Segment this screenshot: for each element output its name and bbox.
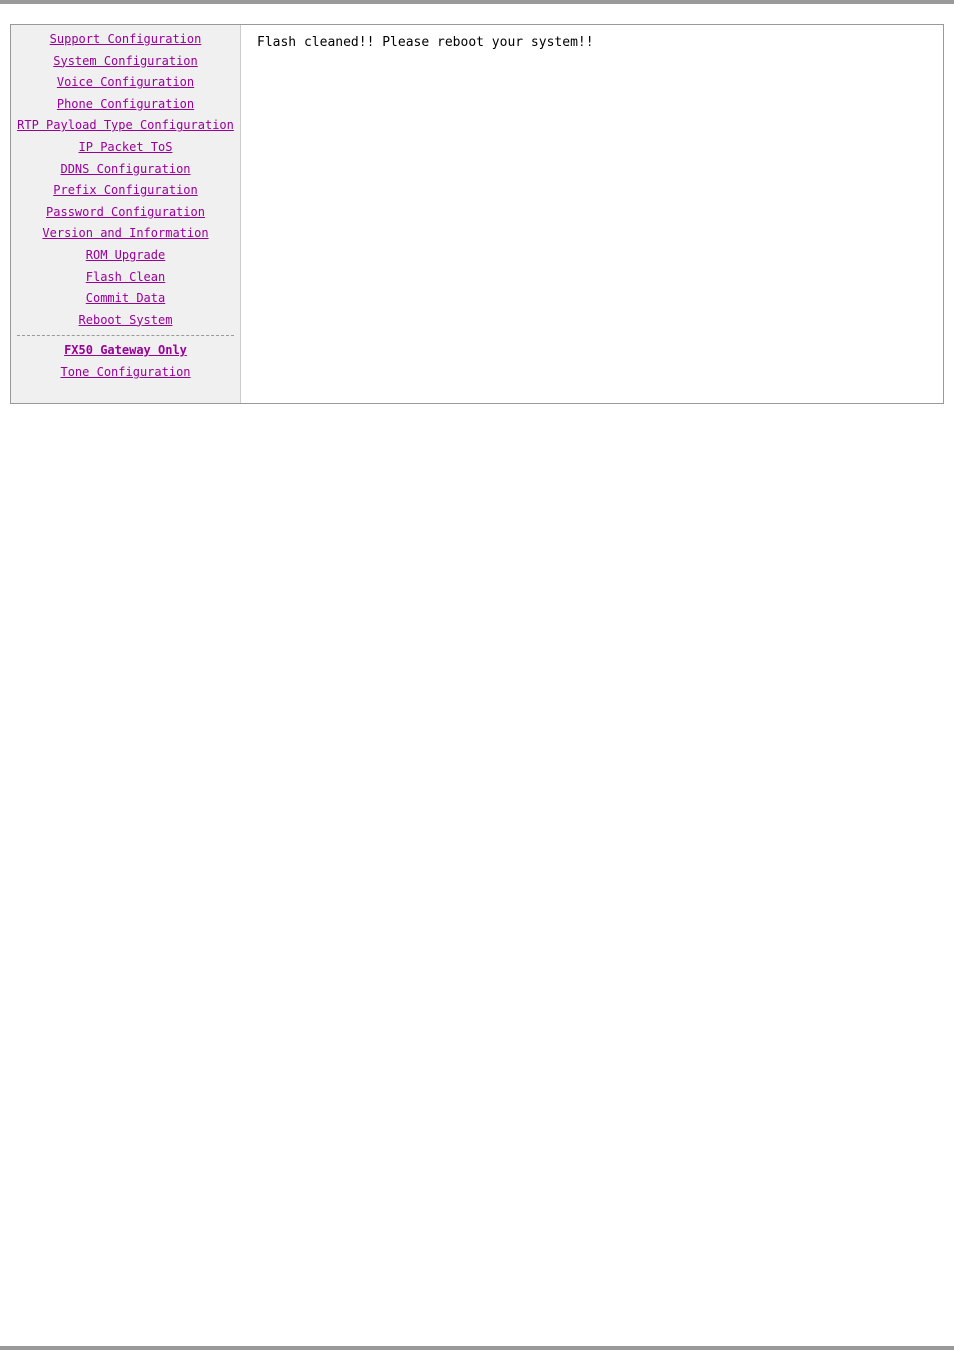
sidebar-item-fx50-gateway[interactable]: FX50 Gateway Only xyxy=(11,340,240,362)
content-area: Flash cleaned!! Please reboot your syste… xyxy=(241,25,943,403)
top-border xyxy=(0,0,954,4)
sidebar-divider xyxy=(17,335,234,336)
main-container: Support ConfigurationSystem Configuratio… xyxy=(10,24,944,404)
sidebar-item-flash-clean[interactable]: Flash Clean xyxy=(11,267,240,289)
sidebar-item-phone-config[interactable]: Phone Configuration xyxy=(11,94,240,116)
sidebar-item-rtp-payload[interactable]: RTP Payload Type Configuration xyxy=(11,115,240,137)
sidebar-item-version-info[interactable]: Version and Information xyxy=(11,223,240,245)
sidebar-item-system-config[interactable]: System Configuration xyxy=(11,51,240,73)
sidebar-item-prefix-config[interactable]: Prefix Configuration xyxy=(11,180,240,202)
sidebar-item-ip-packet-tos[interactable]: IP Packet ToS xyxy=(11,137,240,159)
sidebar-item-ddns-config[interactable]: DDNS Configuration xyxy=(11,159,240,181)
sidebar-item-password-config[interactable]: Password Configuration xyxy=(11,202,240,224)
sidebar-item-support-config[interactable]: Support Configuration xyxy=(11,29,240,51)
sidebar-item-reboot-system[interactable]: Reboot System xyxy=(11,310,240,332)
sidebar-item-voice-config[interactable]: Voice Configuration xyxy=(11,72,240,94)
bottom-border xyxy=(0,1346,954,1350)
sidebar-item-commit-data[interactable]: Commit Data xyxy=(11,288,240,310)
sidebar-item-tone-config[interactable]: Tone Configuration xyxy=(11,362,240,384)
sidebar[interactable]: Support ConfigurationSystem Configuratio… xyxy=(11,25,241,403)
sidebar-item-rom-upgrade[interactable]: ROM Upgrade xyxy=(11,245,240,267)
flash-message: Flash cleaned!! Please reboot your syste… xyxy=(257,35,594,50)
